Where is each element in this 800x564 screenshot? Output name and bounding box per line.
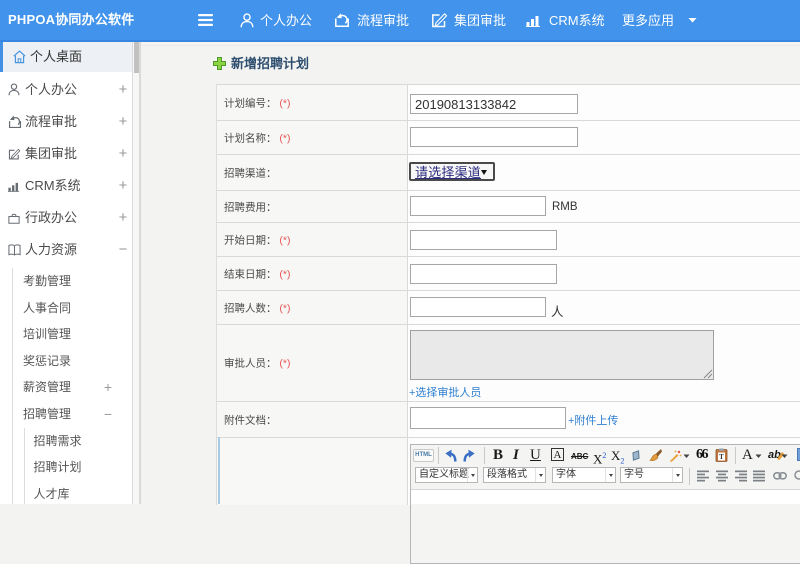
svg-text:T: T [719, 453, 724, 461]
